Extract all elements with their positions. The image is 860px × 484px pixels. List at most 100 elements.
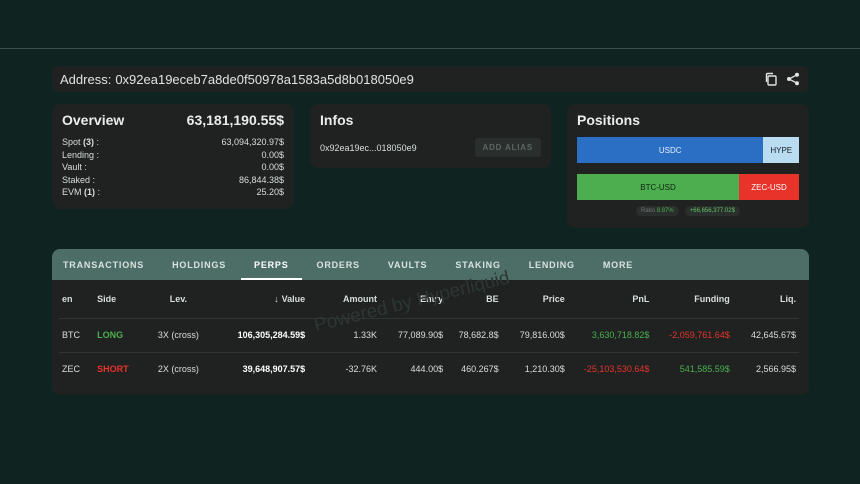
overview-total: 63,181,190.55$	[186, 112, 284, 128]
usdc-segment: USDC	[577, 137, 764, 163]
cell-be: 460.267$	[461, 364, 499, 375]
address-value[interactable]: 0x92ea19eceb7a8de0f50978a1583a5d8b018050…	[115, 72, 414, 87]
positions-title: Positions	[577, 112, 641, 128]
cell-side: LONG	[94, 318, 144, 353]
cell-token: BTC	[59, 318, 95, 353]
overview-row-value: 63,094,320.97$	[221, 137, 284, 147]
overview-row: Lending : 0.00$	[62, 149, 284, 162]
column-header-entry[interactable]: Entry	[379, 280, 447, 319]
column-header-label: Side	[97, 293, 117, 304]
tab-more[interactable]: MORE	[603, 249, 633, 280]
overview-row-label: Spot (3) :	[62, 136, 99, 149]
cell-liq: 2,566.95$	[755, 364, 796, 375]
row-count: (3)	[83, 137, 95, 147]
tab-lending[interactable]: LENDING	[529, 249, 575, 280]
overview-row-label: EVM (1) :	[62, 186, 100, 199]
cell-value: 106,305,284.59$	[213, 318, 309, 353]
cell-be: 78,682.8$	[446, 318, 502, 353]
add-alias-button[interactable]: ADD ALIAS	[474, 138, 541, 157]
positions-card: Positions USDC HYPE BTC-USD ZEC-USD Rati…	[567, 104, 809, 228]
overview-row-value: 0.00$	[261, 162, 284, 173]
tab-vaults[interactable]: VAULTS	[388, 249, 427, 280]
column-header-label: Price	[542, 293, 565, 304]
column-header-side[interactable]: Side	[94, 280, 144, 319]
overview-row-value: 86,844.38$	[238, 174, 284, 185]
column-header-label: Entry	[420, 293, 444, 304]
row-suffix: :	[95, 187, 101, 198]
perps-table: en Side Lev. ↓ Value Amount Entry BE Price PnL Fun…	[59, 280, 799, 386]
column-header-funding[interactable]: Funding	[652, 280, 733, 319]
column-header-label: Funding	[694, 293, 730, 304]
overview-row-label: Staked :	[62, 174, 95, 187]
cell-lev: 2X (cross)	[157, 364, 199, 375]
row-label-text: Lending :	[62, 149, 100, 160]
sort-desc-icon: ↓	[274, 293, 279, 304]
column-header-lev[interactable]: Lev.	[143, 280, 214, 319]
cell-token: ZEC	[62, 364, 80, 375]
row-suffix: :	[94, 137, 100, 147]
tab-holdings[interactable]: HOLDINGS	[172, 249, 226, 280]
spot-allocation-bar: USDC HYPE	[577, 137, 799, 163]
overview-row: Spot (3) : 63,094,320.97$	[62, 136, 284, 149]
cell-funding: -2,059,761.64$	[652, 318, 733, 353]
column-header-label: Liq.	[780, 293, 796, 304]
cell-amount: 1.33K	[308, 318, 380, 353]
tab-transactions[interactable]: TRANSACTIONS	[63, 249, 144, 280]
overview-row-value: 0.00$	[261, 149, 284, 160]
zec-usd-segment: ZEC-USD	[739, 174, 799, 200]
cell-price: 1,210.30$	[524, 364, 565, 375]
positions-table-panel: TRANSACTIONS HOLDINGS PERPS ORDERS VAULTS STA…	[52, 249, 809, 395]
column-header-label: en	[62, 293, 73, 304]
tab-perps[interactable]: PERPS	[241, 249, 301, 280]
cell-entry: 444.00$	[410, 364, 444, 375]
column-header-value[interactable]: ↓ Value	[213, 280, 309, 319]
column-header-liq[interactable]: Liq.	[732, 280, 799, 319]
overview-row-label: Vault :	[62, 161, 87, 174]
ratio-label: Ratio	[641, 208, 656, 214]
address-bar: Address: 0x92ea19eceb7a8de0f50978a1583a5…	[52, 66, 808, 92]
share-icon[interactable]	[786, 72, 800, 86]
cell-lev: 3X (cross)	[143, 318, 214, 353]
cell-liq: 42,645.67$	[732, 318, 799, 353]
copy-icon[interactable]	[764, 72, 778, 86]
tab-staking[interactable]: STAKING	[455, 249, 500, 280]
row-label-text: Vault :	[62, 162, 87, 173]
tab-orders[interactable]: ORDERS	[317, 249, 360, 280]
overview-card: Overview 63,181,190.55$ Spot (3) : 63,094…	[52, 104, 294, 209]
row-label-text: Spot	[62, 137, 81, 147]
tab-bar: TRANSACTIONS HOLDINGS PERPS ORDERS VAULTS STA…	[52, 249, 809, 280]
overview-row-label: Lending :	[62, 149, 99, 162]
cell-side: SHORT	[97, 364, 129, 375]
cell-amount: -32.76K	[345, 364, 377, 375]
overview-row: EVM (1) : 25.20$	[62, 186, 284, 199]
column-header-pnl[interactable]: PnL	[567, 280, 653, 319]
column-header-amount[interactable]: Amount	[308, 280, 380, 319]
overview-row: Vault : 0.00$	[62, 161, 284, 174]
table-row[interactable]: ZEC SHORT 2X (cross) 39,648,907.57$ -32.76K 4…	[59, 352, 799, 386]
infos-title: Infos	[320, 112, 354, 128]
short-address[interactable]: 0x92ea19ec...018050e9	[320, 143, 417, 153]
column-header-label: Amount	[342, 293, 377, 304]
cell-pnl: -25,103,530.64$	[583, 364, 650, 375]
cell-price: 79,816.00$	[501, 318, 568, 353]
overview-row: Staked : 86,844.38$	[62, 174, 284, 187]
row-count: (1)	[84, 187, 96, 198]
column-header-label: BE	[486, 293, 499, 304]
column-header-label: Lev.	[169, 293, 188, 304]
ratio-pill: Ratio 8.87%	[636, 206, 679, 216]
column-header-be[interactable]: BE	[446, 280, 502, 319]
ratio-value: 8.87%	[656, 208, 674, 214]
pnl-pill: +66,656,377.02$	[684, 206, 740, 216]
perp-allocation-bar: BTC-USD ZEC-USD	[577, 174, 799, 200]
cell-pnl: 3,630,718.82$	[567, 318, 653, 353]
column-header-price[interactable]: Price	[501, 280, 568, 319]
overview-row-value: 25.20$	[256, 187, 284, 198]
btc-usd-segment: BTC-USD	[577, 174, 740, 200]
column-header-label: PnL	[632, 293, 650, 304]
table-row[interactable]: BTC LONG 3X (cross) 106,305,284.59$ 1.33K 77,…	[59, 318, 799, 353]
top-divider	[0, 48, 860, 49]
column-header-label: Value	[281, 293, 306, 304]
cell-funding: 541,585.59$	[679, 364, 730, 375]
hype-segment: HYPE	[763, 137, 799, 163]
column-header-en[interactable]: en	[59, 280, 95, 319]
